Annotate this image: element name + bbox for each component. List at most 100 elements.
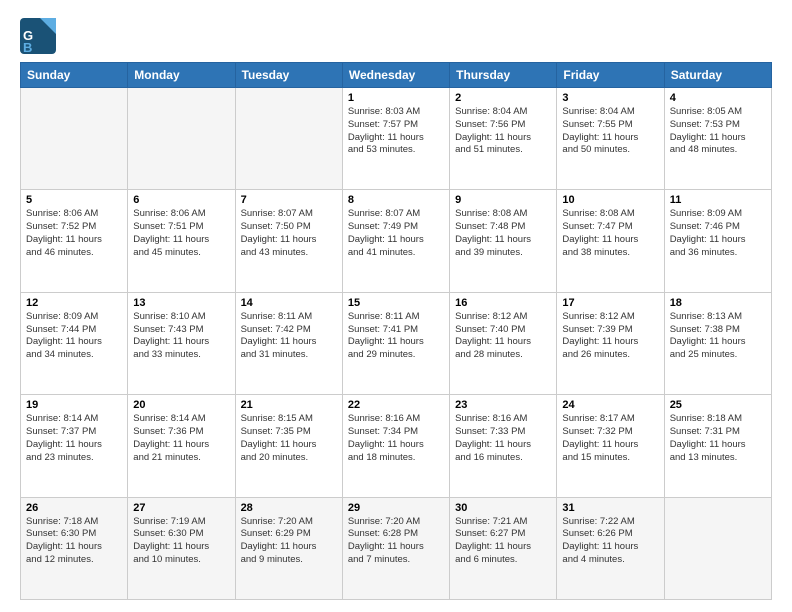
calendar-cell: 31Sunrise: 7:22 AM Sunset: 6:26 PM Dayli… — [557, 497, 664, 599]
calendar-cell: 12 Sunrise: 8:09 AM Sunset: 7:44 PM Dayli… — [21, 292, 128, 394]
weekday-header: Wednesday — [342, 63, 449, 88]
cell-info: Sunrise: 8:11 AM Sunset: 7:42 PM Dayligh… — [241, 311, 337, 362]
day-number: 22 — [348, 399, 444, 411]
calendar-cell: 24 Sunrise: 8:17 AM Sunset: 7:32 PM Dayli… — [557, 395, 664, 497]
day-number: 9 — [455, 194, 551, 206]
day-number: 7 — [241, 194, 337, 206]
cell-info: Sunrise: 8:04 AM Sunset: 7:55 PM Dayligh… — [562, 106, 658, 157]
day-number: 8 — [348, 194, 444, 206]
day-number: 24 — [562, 399, 658, 411]
weekday-header: Thursday — [450, 63, 557, 88]
cell-info: Sunrise: 8:05 AM Sunset: 7:53 PM Dayligh… — [670, 106, 766, 157]
day-number: 23 — [455, 399, 551, 411]
cell-info: Sunrise: 8:14 AM Sunset: 7:36 PM Dayligh… — [133, 413, 229, 464]
day-number: 6 — [133, 194, 229, 206]
calendar-cell: 16 Sunrise: 8:12 AM Sunset: 7:40 PM Dayli… — [450, 292, 557, 394]
day-number: 31 — [562, 502, 658, 514]
calendar-cell: 10 Sunrise: 8:08 AM Sunset: 7:47 PM Dayli… — [557, 190, 664, 292]
calendar-cell: 11Sunrise: 8:09 AM Sunset: 7:46 PM Dayli… — [664, 190, 771, 292]
day-number: 21 — [241, 399, 337, 411]
calendar-cell: 20Sunrise: 8:14 AM Sunset: 7:36 PM Dayli… — [128, 395, 235, 497]
calendar-cell — [664, 497, 771, 599]
calendar-cell: 19 Sunrise: 8:14 AM Sunset: 7:37 PM Dayli… — [21, 395, 128, 497]
day-number: 3 — [562, 92, 658, 104]
cell-info: Sunrise: 8:08 AM Sunset: 7:47 PM Dayligh… — [562, 208, 658, 259]
cell-info: Sunrise: 8:14 AM Sunset: 7:37 PM Dayligh… — [26, 413, 122, 464]
cell-info: Sunrise: 8:09 AM Sunset: 7:44 PM Dayligh… — [26, 311, 122, 362]
day-number: 27 — [133, 502, 229, 514]
week-row: 5 Sunrise: 8:06 AM Sunset: 7:52 PM Daylig… — [21, 190, 772, 292]
week-row: 19 Sunrise: 8:14 AM Sunset: 7:37 PM Dayli… — [21, 395, 772, 497]
cell-info: Sunrise: 8:08 AM Sunset: 7:48 PM Dayligh… — [455, 208, 551, 259]
calendar-cell: 8 Sunrise: 8:07 AM Sunset: 7:49 PM Daylig… — [342, 190, 449, 292]
cell-info: Sunrise: 7:20 AM Sunset: 6:29 PM Dayligh… — [241, 516, 337, 567]
cell-info: Sunrise: 8:07 AM Sunset: 7:50 PM Dayligh… — [241, 208, 337, 259]
calendar-cell: 2Sunrise: 8:04 AM Sunset: 7:56 PM Daylig… — [450, 88, 557, 190]
calendar-cell — [21, 88, 128, 190]
cell-info: Sunrise: 8:16 AM Sunset: 7:34 PM Dayligh… — [348, 413, 444, 464]
calendar-cell: 1 Sunrise: 8:03 AM Sunset: 7:57 PM Daylig… — [342, 88, 449, 190]
calendar-table: SundayMondayTuesdayWednesdayThursdayFrid… — [20, 62, 772, 600]
cell-info: Sunrise: 8:11 AM Sunset: 7:41 PM Dayligh… — [348, 311, 444, 362]
cell-info: Sunrise: 8:07 AM Sunset: 7:49 PM Dayligh… — [348, 208, 444, 259]
day-number: 19 — [26, 399, 122, 411]
day-number: 15 — [348, 297, 444, 309]
cell-info: Sunrise: 7:18 AM Sunset: 6:30 PM Dayligh… — [26, 516, 122, 567]
calendar-cell: 22 Sunrise: 8:16 AM Sunset: 7:34 PM Dayli… — [342, 395, 449, 497]
cell-info: Sunrise: 7:19 AM Sunset: 6:30 PM Dayligh… — [133, 516, 229, 567]
day-number: 2 — [455, 92, 551, 104]
day-number: 4 — [670, 92, 766, 104]
day-number: 12 — [26, 297, 122, 309]
calendar-cell: 17Sunrise: 8:12 AM Sunset: 7:39 PM Dayli… — [557, 292, 664, 394]
cell-info: Sunrise: 7:21 AM Sunset: 6:27 PM Dayligh… — [455, 516, 551, 567]
cell-info: Sunrise: 8:17 AM Sunset: 7:32 PM Dayligh… — [562, 413, 658, 464]
calendar-cell: 4 Sunrise: 8:05 AM Sunset: 7:53 PM Daylig… — [664, 88, 771, 190]
calendar-cell — [235, 88, 342, 190]
calendar-cell: 21 Sunrise: 8:15 AM Sunset: 7:35 PM Dayli… — [235, 395, 342, 497]
day-number: 10 — [562, 194, 658, 206]
svg-text:B: B — [23, 40, 32, 54]
weekday-header: Sunday — [21, 63, 128, 88]
day-number: 30 — [455, 502, 551, 514]
calendar-cell: 23 Sunrise: 8:16 AM Sunset: 7:33 PM Dayli… — [450, 395, 557, 497]
day-number: 16 — [455, 297, 551, 309]
cell-info: Sunrise: 8:06 AM Sunset: 7:52 PM Dayligh… — [26, 208, 122, 259]
day-number: 1 — [348, 92, 444, 104]
day-number: 26 — [26, 502, 122, 514]
weekday-header: Saturday — [664, 63, 771, 88]
weekday-header: Friday — [557, 63, 664, 88]
logo: GB — [20, 18, 60, 54]
calendar-cell: 18 Sunrise: 8:13 AM Sunset: 7:38 PM Dayli… — [664, 292, 771, 394]
cell-info: Sunrise: 8:12 AM Sunset: 7:39 PM Dayligh… — [562, 311, 658, 362]
day-number: 14 — [241, 297, 337, 309]
cell-info: Sunrise: 7:20 AM Sunset: 6:28 PM Dayligh… — [348, 516, 444, 567]
calendar-cell: 30 Sunrise: 7:21 AM Sunset: 6:27 PM Dayli… — [450, 497, 557, 599]
weekday-header: Monday — [128, 63, 235, 88]
day-number: 28 — [241, 502, 337, 514]
cell-info: Sunrise: 8:15 AM Sunset: 7:35 PM Dayligh… — [241, 413, 337, 464]
day-number: 29 — [348, 502, 444, 514]
cell-info: Sunrise: 8:03 AM Sunset: 7:57 PM Dayligh… — [348, 106, 444, 157]
cell-info: Sunrise: 8:06 AM Sunset: 7:51 PM Dayligh… — [133, 208, 229, 259]
calendar-cell: 6 Sunrise: 8:06 AM Sunset: 7:51 PM Daylig… — [128, 190, 235, 292]
cell-info: Sunrise: 8:16 AM Sunset: 7:33 PM Dayligh… — [455, 413, 551, 464]
calendar-cell: 15 Sunrise: 8:11 AM Sunset: 7:41 PM Dayli… — [342, 292, 449, 394]
calendar-cell — [128, 88, 235, 190]
header: GB — [20, 18, 772, 54]
cell-info: Sunrise: 8:18 AM Sunset: 7:31 PM Dayligh… — [670, 413, 766, 464]
week-row: 1 Sunrise: 8:03 AM Sunset: 7:57 PM Daylig… — [21, 88, 772, 190]
calendar-cell: 28 Sunrise: 7:20 AM Sunset: 6:29 PM Dayli… — [235, 497, 342, 599]
week-row: 12 Sunrise: 8:09 AM Sunset: 7:44 PM Dayli… — [21, 292, 772, 394]
day-number: 18 — [670, 297, 766, 309]
day-number: 5 — [26, 194, 122, 206]
day-number: 25 — [670, 399, 766, 411]
week-row: 26 Sunrise: 7:18 AM Sunset: 6:30 PM Dayli… — [21, 497, 772, 599]
calendar-cell: 13Sunrise: 8:10 AM Sunset: 7:43 PM Dayli… — [128, 292, 235, 394]
calendar-cell: 26 Sunrise: 7:18 AM Sunset: 6:30 PM Dayli… — [21, 497, 128, 599]
cell-info: Sunrise: 8:12 AM Sunset: 7:40 PM Dayligh… — [455, 311, 551, 362]
calendar-cell: 3 Sunrise: 8:04 AM Sunset: 7:55 PM Daylig… — [557, 88, 664, 190]
calendar-cell: 25 Sunrise: 8:18 AM Sunset: 7:31 PM Dayli… — [664, 395, 771, 497]
cell-info: Sunrise: 8:13 AM Sunset: 7:38 PM Dayligh… — [670, 311, 766, 362]
calendar-cell: 14 Sunrise: 8:11 AM Sunset: 7:42 PM Dayli… — [235, 292, 342, 394]
calendar-cell: 7 Sunrise: 8:07 AM Sunset: 7:50 PM Daylig… — [235, 190, 342, 292]
